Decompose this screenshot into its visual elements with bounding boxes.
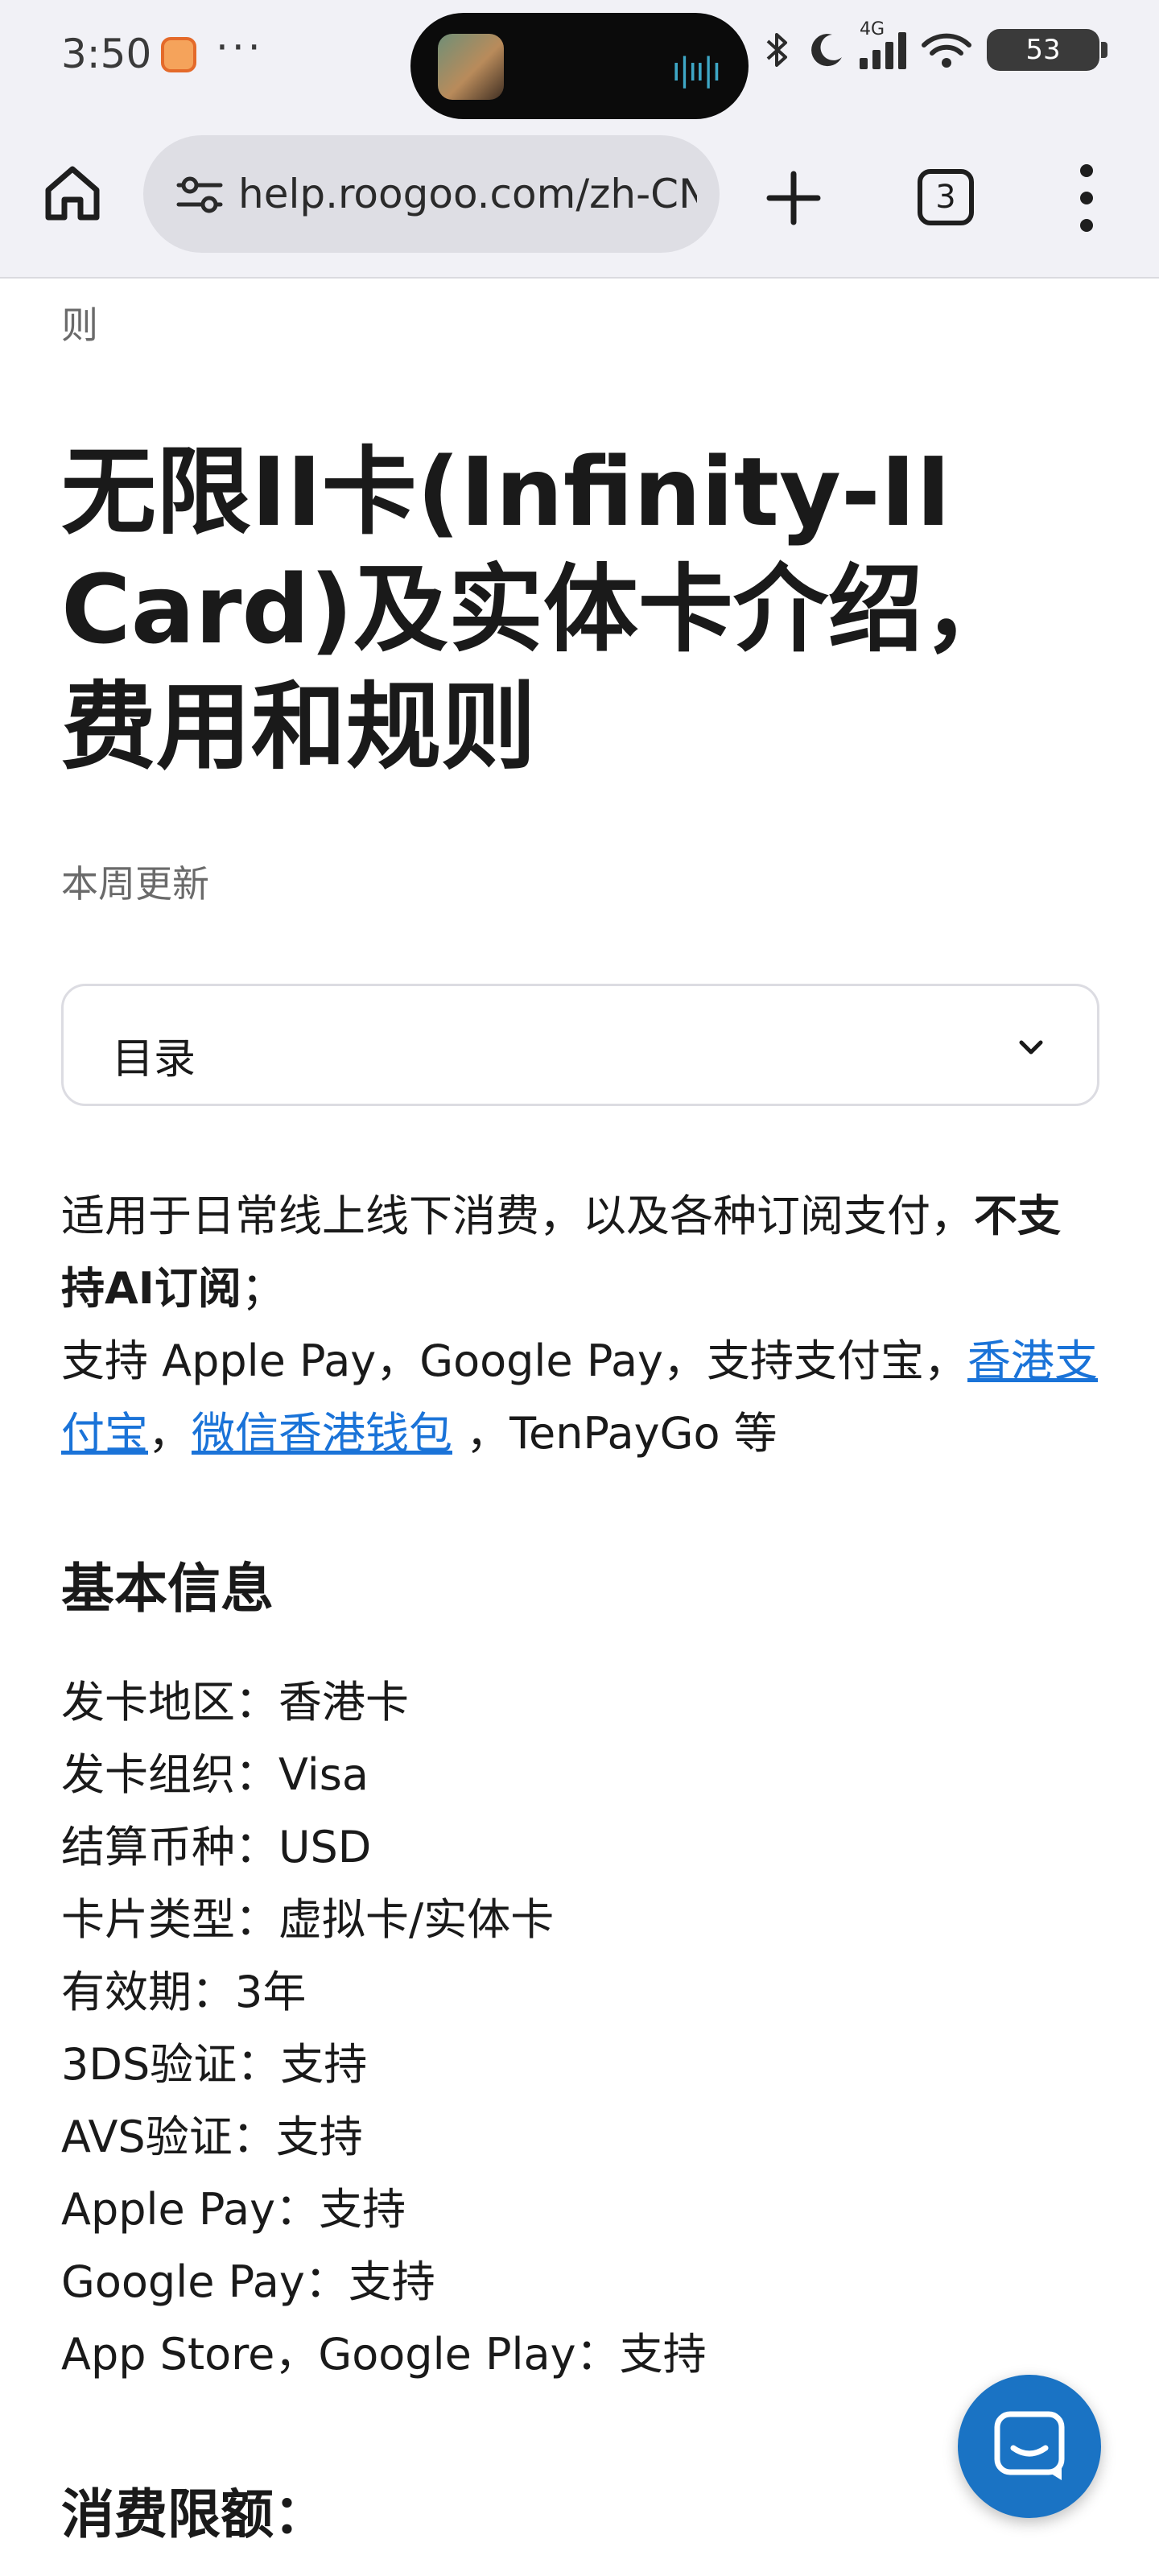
audio-wave-icon: ı|ıı|ı	[671, 52, 721, 89]
updated-label: 本周更新	[61, 862, 209, 906]
list-item: Google Pay：支持	[61, 2256, 435, 2307]
breadcrumb[interactable]: 则	[61, 296, 98, 349]
link-wechat-hk-wallet[interactable]: 微信香港钱包	[192, 1408, 452, 1459]
list-item: 有效期：3年	[61, 1967, 307, 2017]
site-settings-icon[interactable]	[174, 169, 225, 221]
more-notifications-icon: ···	[216, 24, 264, 71]
list-item: 发卡地区：香港卡	[61, 1677, 409, 1728]
intro-text: 适用于日常线上线下消费，以及各种订阅支付，	[61, 1191, 974, 1241]
wifi-icon	[922, 33, 971, 68]
intro-support-text: 支持 Apple Pay，Google Pay，支持支付宝，	[61, 1335, 968, 1386]
table-of-contents-dropdown[interactable]: 目录	[61, 984, 1099, 1106]
list-item: 卡片类型：虚拟卡/实体卡	[61, 1894, 555, 1945]
tab-switcher-button[interactable]: 3	[918, 169, 974, 225]
chat-support-button[interactable]	[958, 2375, 1101, 2518]
chevron-down-icon	[1019, 1040, 1043, 1055]
list-item: AVS验证：支持	[61, 2112, 363, 2162]
basic-info-list: 发卡地区：香港卡 发卡组织：Visa 结算币种：USD 卡片类型：虚拟卡/实体卡…	[61, 1666, 1099, 2391]
intro-separator: ，	[148, 1408, 192, 1459]
page-title: 无限ⅠⅠ卡(Infinity-ⅠⅠ Card)及实体卡介绍，费用和规则	[61, 436, 1018, 782]
dynamic-island[interactable]: ı|ıı|ı	[410, 13, 749, 119]
list-item: 3DS验证：支持	[61, 2039, 368, 2090]
more-menu-icon[interactable]	[1070, 164, 1103, 232]
browser-toolbar: help.roogoo.com/zh-CN 3	[0, 121, 1159, 279]
list-item: 发卡组织：Visa	[61, 1749, 369, 1800]
status-bar: 3:50 ··· ı|ıı|ı 4G 53	[0, 0, 1159, 121]
chat-bubble-icon	[994, 2411, 1065, 2480]
list-item: 结算币种：USD	[61, 1822, 372, 1872]
basic-info-heading: 基本信息	[61, 1558, 274, 1620]
list-item: App Store，Google Play：支持	[61, 2329, 707, 2380]
toc-label: 目录	[112, 1035, 196, 1084]
bluetooth-icon	[766, 33, 787, 67]
moon-icon	[811, 34, 842, 67]
status-icons: 4G 53	[761, 19, 1107, 71]
address-bar[interactable]: help.roogoo.com/zh-CN	[143, 135, 720, 253]
list-item: Apple Pay：支持	[61, 2184, 406, 2235]
home-icon[interactable]	[40, 161, 105, 225]
media-thumbnail	[438, 34, 504, 100]
notification-app-icon	[161, 37, 196, 72]
intro-support-end: ，TenPayGo 等	[452, 1408, 777, 1459]
intro-text-end: ；	[241, 1263, 285, 1314]
new-tab-icon[interactable]	[765, 169, 823, 227]
status-time: 3:50	[61, 31, 152, 77]
cell-signal-icon: 4G	[860, 19, 906, 69]
battery-icon: 53	[987, 29, 1107, 71]
url-text[interactable]: help.roogoo.com/zh-CN	[238, 171, 697, 217]
intro-paragraph: 适用于日常线上线下消费，以及各种订阅支付，不支持AI订阅； 支持 Apple P…	[61, 1180, 1099, 1470]
network-type-label: 4G	[860, 19, 885, 39]
spending-limit-heading: 消费限额：	[61, 2483, 327, 2545]
